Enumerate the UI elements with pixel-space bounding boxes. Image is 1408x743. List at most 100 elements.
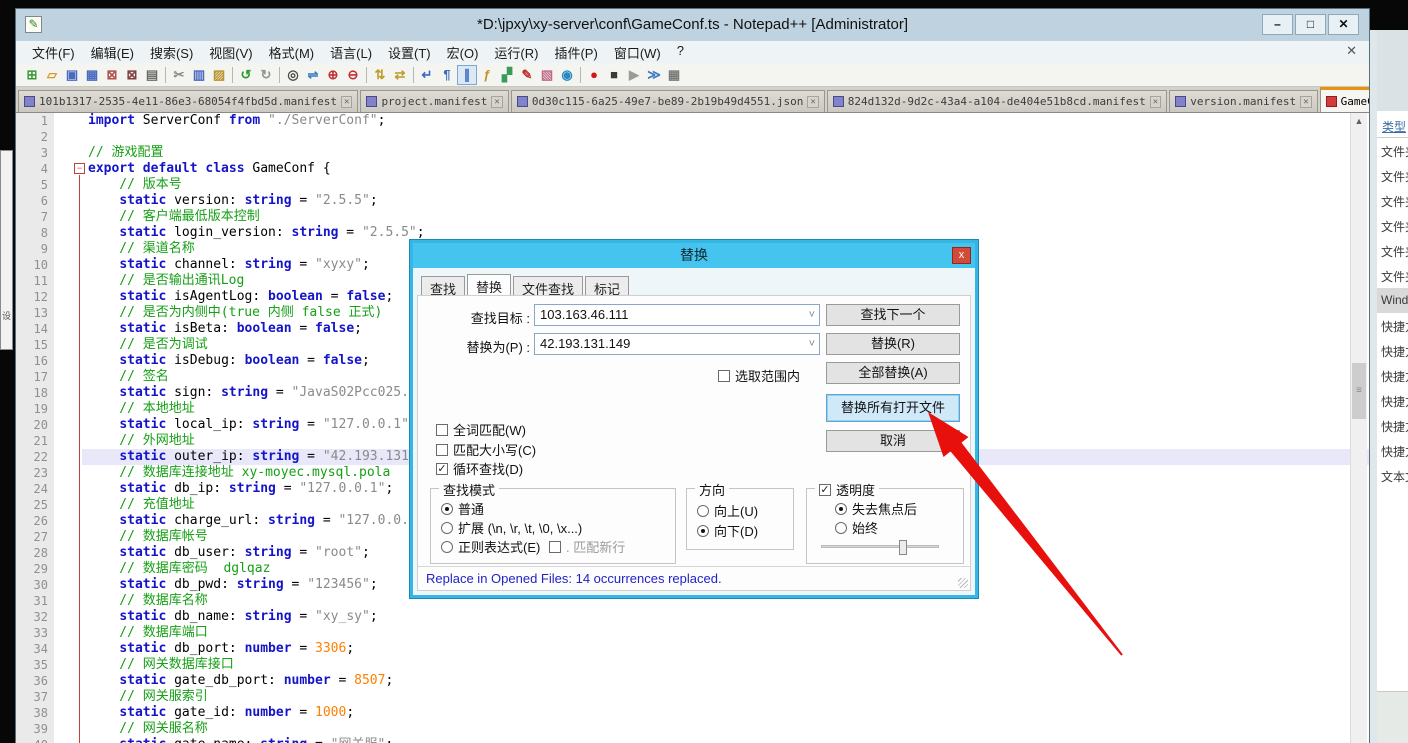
cancel-button[interactable]: 取消: [826, 430, 960, 452]
dialog-close-button[interactable]: x: [952, 247, 971, 264]
explorer-row[interactable]: 文件夹: [1377, 188, 1408, 213]
dialog-tab-替换[interactable]: 替换: [467, 274, 511, 296]
document-map-icon[interactable]: ▞: [497, 65, 517, 85]
explorer-row[interactable]: 快捷方式: [1377, 338, 1408, 363]
scrollbar-up-icon[interactable]: ▲: [1351, 113, 1367, 130]
explorer-row[interactable]: 快捷方式: [1377, 363, 1408, 388]
copy-icon[interactable]: ▥: [189, 65, 209, 85]
explorer-row[interactable]: 文件夹: [1377, 213, 1408, 238]
tab-824d132d-9d2c-43a4-a104-de404e51b8cd-manifest[interactable]: 824d132d-9d2c-43a4-a104-de404e51b8cd.man…: [827, 90, 1167, 112]
scrollbar-thumb[interactable]: ≡: [1352, 363, 1366, 419]
explorer-row[interactable]: 快捷方式: [1377, 388, 1408, 413]
dialog-tab-文件查找[interactable]: 文件查找: [513, 276, 583, 295]
paste-icon[interactable]: ▨: [209, 65, 229, 85]
undo-icon[interactable]: ↺: [236, 65, 256, 85]
menu-item[interactable]: 插件(P): [546, 41, 605, 64]
macro-run-multiple-icon[interactable]: ≫: [644, 65, 664, 85]
function-list-icon[interactable]: ƒ: [477, 65, 497, 85]
dialog-title[interactable]: 替换: [413, 243, 975, 268]
editor-vertical-scrollbar[interactable]: ▲ ≡: [1350, 113, 1367, 743]
explorer-row[interactable]: 快捷方式: [1377, 313, 1408, 338]
in-selection-checkbox[interactable]: 选取范围内: [718, 366, 800, 385]
menu-item[interactable]: ?: [669, 41, 692, 64]
option-checkbox[interactable]: 匹配大小写(C): [436, 440, 536, 459]
save-icon[interactable]: ▣: [62, 65, 82, 85]
replace-with-combobox[interactable]: 42.193.131.149 ˅: [534, 333, 820, 355]
explorer-row[interactable]: 文件夹: [1377, 163, 1408, 188]
maximize-button[interactable]: □: [1295, 14, 1326, 35]
macro-save-icon[interactable]: ▦: [664, 65, 684, 85]
slider-thumb[interactable]: [899, 540, 907, 555]
menu-item[interactable]: 搜索(S): [142, 41, 201, 64]
redo-icon[interactable]: ↻: [256, 65, 276, 85]
tab-0d30c115-6a25-49e7-be89-2b19b49d4551-json[interactable]: 0d30c115-6a25-49e7-be89-2b19b49d4551.jso…: [511, 90, 825, 112]
resize-grip[interactable]: [958, 578, 968, 588]
close-file-icon[interactable]: ⊠: [102, 65, 122, 85]
radio-option[interactable]: 普通: [441, 499, 484, 518]
tab-close-icon[interactable]: ✕: [1150, 96, 1161, 108]
tab-gameconf-ts[interactable]: GameConf.ts✕: [1320, 87, 1369, 112]
explorer-row[interactable]: 文件夹: [1377, 263, 1408, 288]
print-icon[interactable]: ▤: [142, 65, 162, 85]
macro-stop-icon[interactable]: ■: [604, 65, 624, 85]
find-what-combobox[interactable]: 103.163.46.111 ˅: [534, 304, 820, 326]
transparency-checkbox[interactable]: ✓: [819, 484, 831, 496]
radio-option[interactable]: 扩展 (\n, \r, \t, \0, \x...): [441, 518, 582, 537]
option-checkbox[interactable]: 全词匹配(W): [436, 420, 526, 439]
replace-button[interactable]: 替换(R): [826, 333, 960, 355]
dialog-tab-标记[interactable]: 标记: [585, 276, 629, 295]
monitoring-icon[interactable]: ◉: [557, 65, 577, 85]
explorer-row[interactable]: 快捷方式: [1377, 413, 1408, 438]
open-folder-icon[interactable]: ▱: [42, 65, 62, 85]
document-list-icon[interactable]: ✎: [517, 65, 537, 85]
combo-dropdown-icon[interactable]: ˅: [809, 305, 815, 325]
radio-option[interactable]: 失去焦点后: [835, 499, 917, 518]
save-all-icon[interactable]: ▦: [82, 65, 102, 85]
fold-collapse-icon[interactable]: −: [74, 163, 85, 174]
explorer-row[interactable]: 文件夹: [1377, 138, 1408, 163]
macro-play-icon[interactable]: ▶: [624, 65, 644, 85]
radio-option[interactable]: 向下(D): [697, 521, 758, 540]
sync-scroll-vertical-icon[interactable]: ⇅: [370, 65, 390, 85]
radio-option[interactable]: 始终: [835, 518, 878, 537]
replace-all-button[interactable]: 全部替换(A): [826, 362, 960, 384]
tab-close-icon[interactable]: ✕: [1300, 96, 1311, 108]
replace-icon[interactable]: ⇌: [303, 65, 323, 85]
replace-all-open-documents-button[interactable]: 替换所有打开文件: [826, 394, 960, 422]
minimize-button[interactable]: –: [1262, 14, 1293, 35]
tab-101b1317-2535-4e11-86e3-68054f4fbd5d-manifest[interactable]: 101b1317-2535-4e11-86e3-68054f4fbd5d.man…: [18, 90, 358, 112]
dialog-tab-查找[interactable]: 查找: [421, 276, 465, 295]
close-all-icon[interactable]: ⊠: [122, 65, 142, 85]
menu-item[interactable]: 设置(T): [380, 41, 439, 64]
menu-item[interactable]: 编辑(E): [83, 41, 142, 64]
menu-item[interactable]: 格式(M): [261, 41, 323, 64]
tab-close-icon[interactable]: ✕: [491, 96, 502, 108]
tab-close-icon[interactable]: ✕: [807, 96, 818, 108]
zoom-out-icon[interactable]: ⊖: [343, 65, 363, 85]
explorer-row[interactable]: 文件夹: [1377, 238, 1408, 263]
matches-newline-checkbox[interactable]: . 匹配新行: [549, 537, 625, 556]
close-button[interactable]: ✕: [1328, 14, 1359, 35]
combo-dropdown-icon[interactable]: ˅: [809, 334, 815, 354]
tab-version-manifest[interactable]: version.manifest✕: [1169, 90, 1317, 112]
explorer-row[interactable]: Wind: [1377, 288, 1408, 313]
explorer-type-column-header[interactable]: 类型: [1377, 112, 1408, 138]
show-all-characters-icon[interactable]: ¶: [437, 65, 457, 85]
tab-project-manifest[interactable]: project.manifest✕: [360, 90, 508, 112]
folder-as-workspace-icon[interactable]: ▧: [537, 65, 557, 85]
radio-option[interactable]: 向上(U): [697, 501, 758, 520]
radio-option[interactable]: 正则表达式(E): [441, 537, 540, 556]
menu-item[interactable]: 窗口(W): [606, 41, 669, 64]
new-file-icon[interactable]: ⊞: [22, 65, 42, 85]
macro-record-icon[interactable]: ●: [584, 65, 604, 85]
option-checkbox[interactable]: ✓循环查找(D): [436, 459, 523, 478]
zoom-in-icon[interactable]: ⊕: [323, 65, 343, 85]
menubar-close-icon[interactable]: ✕: [1342, 43, 1361, 59]
sync-scroll-horizontal-icon[interactable]: ⇄: [390, 65, 410, 85]
transparency-slider[interactable]: [821, 545, 939, 548]
explorer-row[interactable]: 快捷方式: [1377, 438, 1408, 463]
explorer-row[interactable]: 文本文: [1377, 463, 1408, 488]
find-next-button[interactable]: 查找下一个: [826, 304, 960, 326]
tab-close-icon[interactable]: ✕: [341, 96, 352, 108]
menu-item[interactable]: 文件(F): [24, 41, 83, 64]
